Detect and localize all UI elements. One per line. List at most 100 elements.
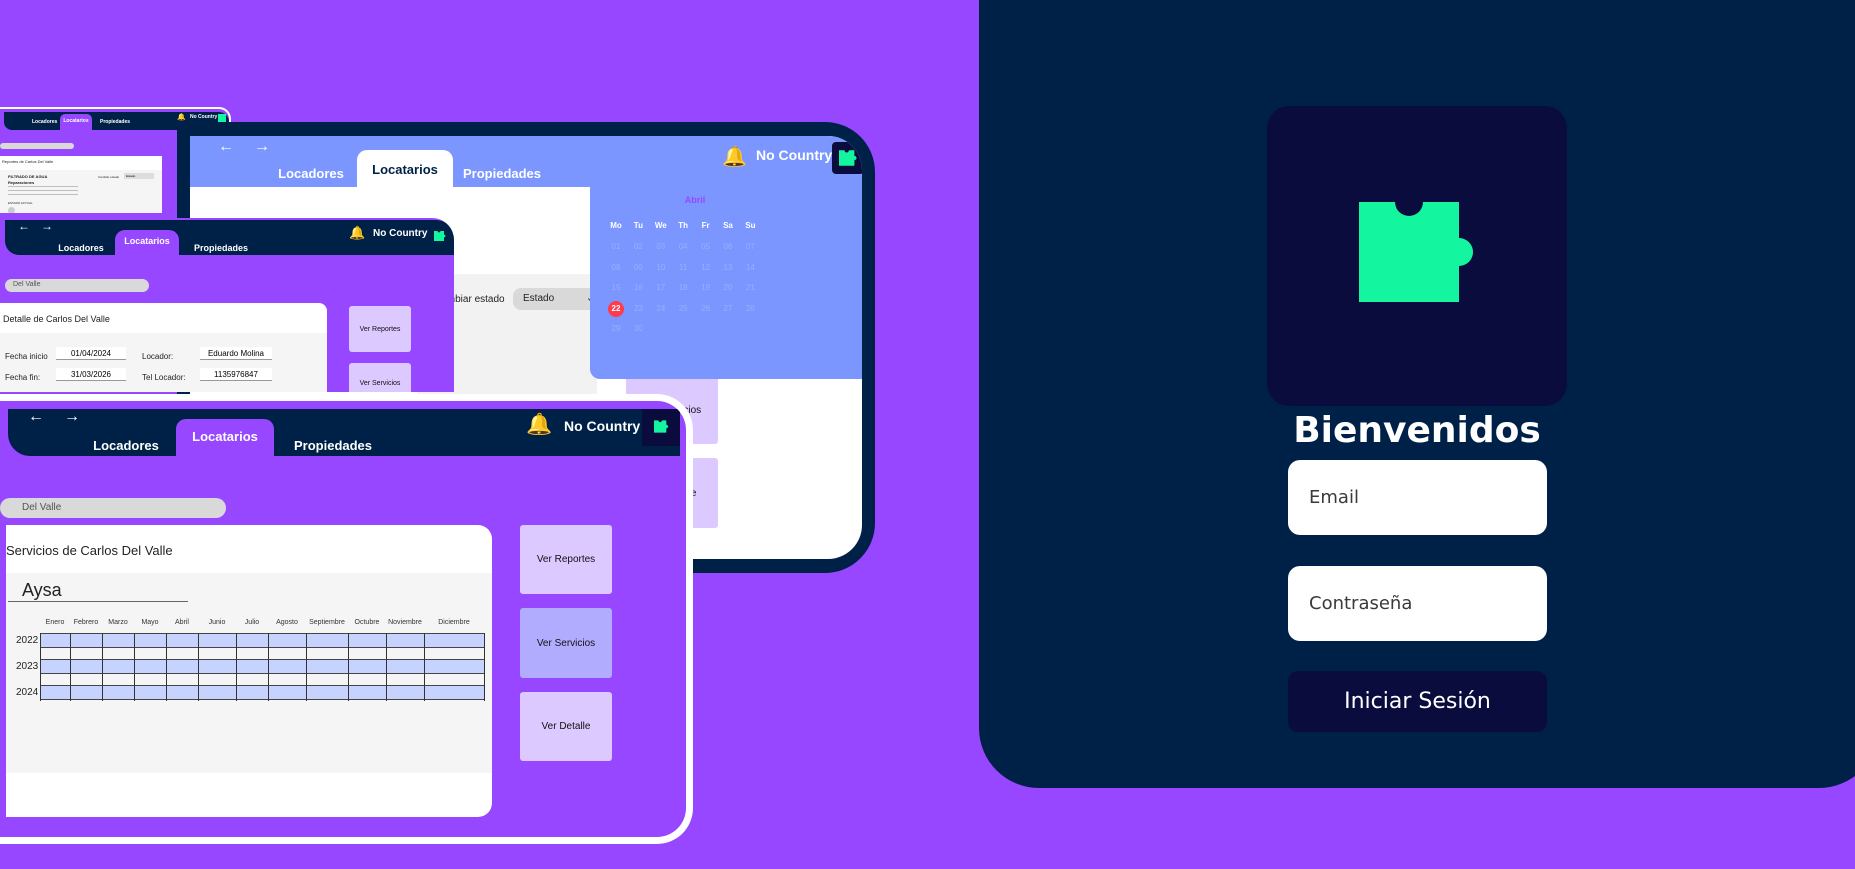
bell-icon[interactable]: 🔔 xyxy=(526,413,552,437)
grid-divider xyxy=(424,633,425,701)
ver-servicios-button[interactable]: Ver Servicios xyxy=(349,363,411,392)
ver-reportes-button[interactable]: Ver Reportes xyxy=(520,525,612,594)
small-filter-select[interactable]: Estado xyxy=(124,173,154,179)
small-filter-label: Cambiar estado xyxy=(98,175,120,179)
calendar-day[interactable]: 06 xyxy=(720,239,736,255)
calendar-day[interactable]: 18 xyxy=(675,280,691,296)
forward-arrow-icon[interactable]: → xyxy=(64,408,80,426)
forward-arrow-icon[interactable]: → xyxy=(41,219,53,233)
month-label: Diciembre xyxy=(438,619,470,626)
calendar-weekday: Su xyxy=(745,221,756,230)
calendar-day[interactable]: 19 xyxy=(698,280,714,296)
field-label: Tel Locador: xyxy=(142,373,186,382)
small-tab-propiedades[interactable]: Propiedades xyxy=(100,119,130,125)
month-label: Septiembre xyxy=(309,619,345,626)
calendar-day[interactable]: 05 xyxy=(698,239,714,255)
calendar-day[interactable]: 25 xyxy=(675,301,691,317)
password-field[interactable] xyxy=(1288,566,1547,641)
back-arrow-icon[interactable]: ← xyxy=(28,408,44,426)
back-arrow-icon[interactable]: ← xyxy=(218,138,234,156)
bell-icon[interactable]: 🔔 xyxy=(349,225,365,241)
calendar-day[interactable]: 04 xyxy=(675,239,691,255)
grid-divider xyxy=(386,633,387,701)
calendar-day[interactable]: 20 xyxy=(720,280,736,296)
calendar-day[interactable]: 30 xyxy=(630,321,646,337)
year-label: 2022 xyxy=(16,635,39,646)
calendar-day[interactable]: 15 xyxy=(608,280,624,296)
detail-navbar: ← → Locadores Locatarios Propiedades 🔔 N… xyxy=(5,219,454,255)
detail-screen-mockup: ← → Locadores Locatarios Propiedades 🔔 N… xyxy=(0,218,454,392)
calendar-day[interactable]: 01 xyxy=(608,239,624,255)
grid-divider xyxy=(306,633,307,701)
tab-locadores[interactable]: Locadores xyxy=(78,438,174,453)
calendar-day[interactable]: 27 xyxy=(720,301,736,317)
calendar-day[interactable]: 07 xyxy=(742,239,758,255)
calendar-day[interactable]: 29 xyxy=(608,321,624,337)
puzzle-icon xyxy=(1359,202,1473,302)
tab-propiedades[interactable]: Propiedades xyxy=(185,243,257,253)
calendar-day[interactable]: 12 xyxy=(698,260,714,276)
calendar-dropdown: Abril Mo Tu We Th Fr Sa Su 01 02 03 04 05 06 07 08 09 1… xyxy=(590,187,862,379)
services-navbar: ← → Locadores Locatarios Propiedades 🔔 N… xyxy=(8,408,680,456)
calendar-day[interactable]: 22 xyxy=(608,300,624,317)
search-input[interactable]: Del Valle xyxy=(0,498,226,518)
small-tab-locadores[interactable]: Locadores xyxy=(32,119,57,125)
calendar-day[interactable]: 09 xyxy=(630,260,646,276)
calendar-day[interactable]: 11 xyxy=(675,260,691,276)
tab-propiedades[interactable]: Propiedades xyxy=(278,438,388,453)
calendar-weekday: Tu xyxy=(633,221,643,230)
email-field[interactable] xyxy=(1288,460,1547,535)
calendar-day[interactable]: 10 xyxy=(653,260,669,276)
bell-icon[interactable]: 🔔 xyxy=(722,144,747,169)
grid-divider xyxy=(166,633,167,701)
grid-divider xyxy=(348,633,349,701)
month-label: Agosto xyxy=(276,619,298,626)
tab-locatarios[interactable]: Locatarios xyxy=(357,150,453,187)
tab-locadores[interactable]: Locadores xyxy=(270,166,352,181)
services-title: Servicios de Carlos Del Valle xyxy=(6,543,173,558)
field-value: 1135976847 xyxy=(200,368,272,381)
calendar-day[interactable]: 14 xyxy=(742,260,758,276)
year-row xyxy=(40,685,484,700)
calendar-day[interactable]: 02 xyxy=(630,239,646,255)
tab-propiedades[interactable]: Propiedades xyxy=(454,166,550,181)
login-button[interactable]: Iniciar Sesión xyxy=(1288,671,1547,732)
small-search-input[interactable] xyxy=(0,143,74,149)
small-report-text xyxy=(8,186,78,198)
welcome-title: Bienvenidos xyxy=(1293,410,1541,451)
calendar-day[interactable]: 13 xyxy=(720,260,736,276)
calendar-day[interactable]: 26 xyxy=(698,301,714,317)
tab-locadores[interactable]: Locadores xyxy=(51,243,111,253)
calendar-day[interactable]: 21 xyxy=(742,280,758,296)
back-arrow-icon[interactable]: ← xyxy=(18,219,30,233)
calendar-weekday: We xyxy=(654,221,667,230)
grid-divider xyxy=(40,633,41,701)
calendar-day[interactable]: 28 xyxy=(742,301,758,317)
year-label: 2023 xyxy=(16,661,39,672)
status-select-value: Estado xyxy=(523,293,555,304)
year-row xyxy=(40,633,484,648)
service-name: Aysa xyxy=(8,580,188,602)
year-label: 2024 xyxy=(16,687,39,698)
tab-locatarios[interactable]: Locatarios xyxy=(115,230,179,255)
tab-locatarios[interactable]: Locatarios xyxy=(176,419,274,456)
calendar-day[interactable]: 16 xyxy=(630,280,646,296)
brand-logo xyxy=(832,142,862,174)
month-label: Junio xyxy=(208,619,226,626)
calendar-day[interactable]: 03 xyxy=(653,239,669,255)
small-tab-locatarios[interactable]: Locatarios xyxy=(60,114,92,130)
small-bell-icon[interactable]: 🔔 xyxy=(177,113,186,121)
calendar-day[interactable]: 17 xyxy=(653,280,669,296)
ver-detalle-button[interactable]: Ver Detalle xyxy=(520,692,612,761)
services-screen-mockup: ← → Locadores Locatarios Propiedades 🔔 N… xyxy=(0,394,693,844)
ver-servicios-button[interactable]: Ver Servicios xyxy=(520,608,612,678)
forward-arrow-icon[interactable]: → xyxy=(254,138,270,156)
detail-title: Detalle de Carlos Del Valle xyxy=(3,314,110,324)
month-label: Octubre xyxy=(354,619,380,626)
calendar-day[interactable]: 23 xyxy=(630,301,646,317)
calendar-day[interactable]: 24 xyxy=(653,301,669,317)
brand-logo xyxy=(642,409,680,446)
ver-reportes-button[interactable]: Ver Reportes xyxy=(349,306,411,352)
calendar-day[interactable]: 08 xyxy=(608,260,624,276)
search-input[interactable]: Del Valle xyxy=(5,279,149,292)
